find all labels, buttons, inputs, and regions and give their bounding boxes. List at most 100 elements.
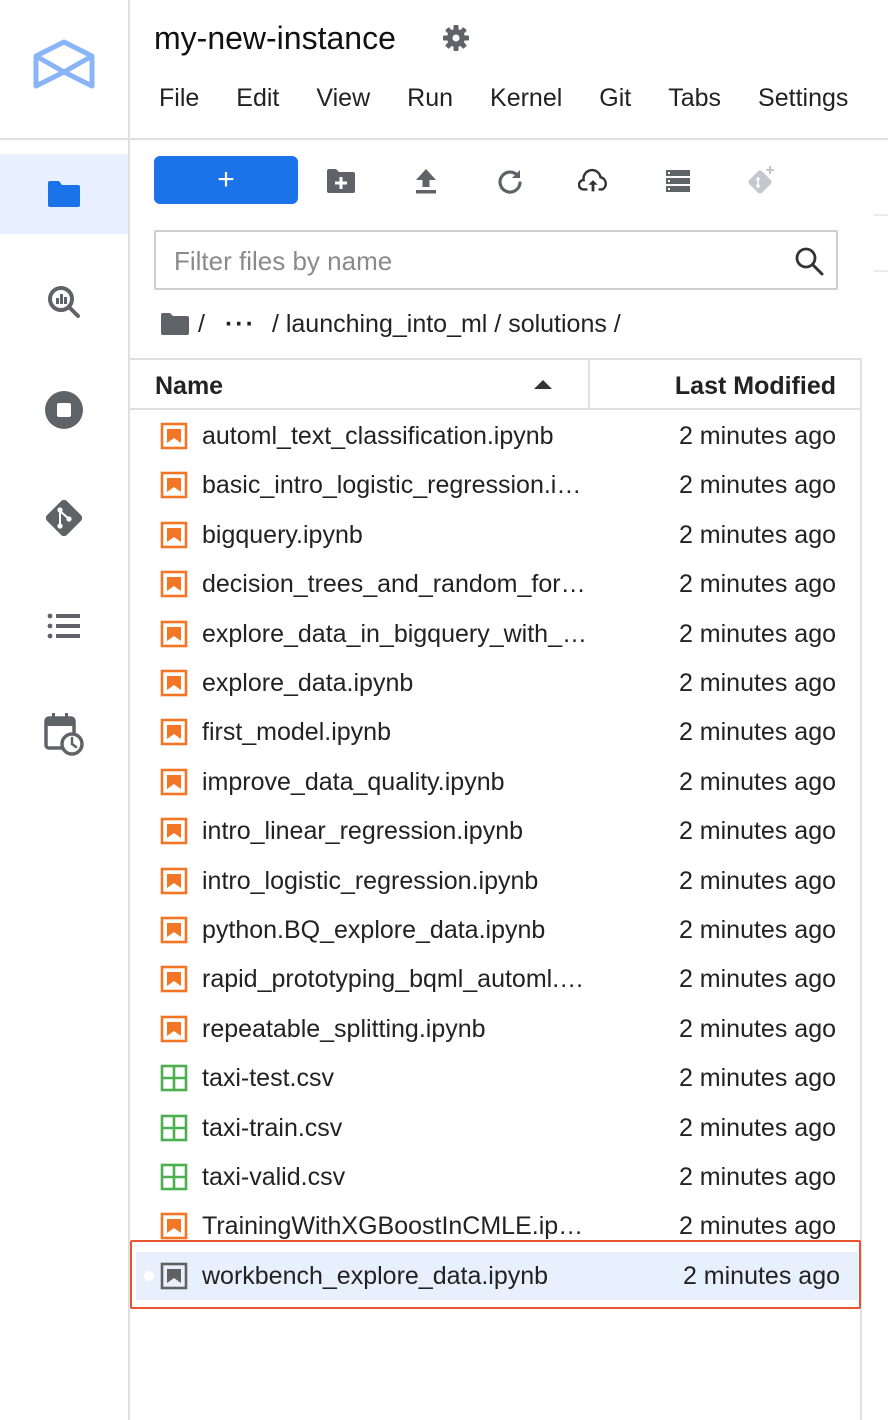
- file-name: first_model.ipynb: [202, 718, 391, 747]
- sidebar-item-bigquery[interactable]: [0, 262, 128, 342]
- notebook-icon: [160, 471, 188, 499]
- file-row[interactable]: taxi-train.csv 2 minutes ago: [130, 1104, 860, 1152]
- file-row[interactable]: taxi-valid.csv 2 minutes ago: [130, 1153, 860, 1201]
- cloud-upload-icon: [578, 168, 607, 192]
- breadcrumb-root-separator: /: [198, 309, 205, 338]
- upload-button[interactable]: [411, 166, 441, 196]
- instance-title: my-new-instance: [154, 20, 396, 56]
- notebook-icon: [160, 521, 188, 549]
- file-browser-toolbar: +: [154, 156, 804, 204]
- new-launcher-button[interactable]: +: [154, 156, 298, 204]
- file-row[interactable]: improve_data_quality.ipynb 2 minutes ago: [130, 758, 860, 806]
- file-row[interactable]: bigquery.ipynb 2 minutes ago: [130, 511, 860, 559]
- filter-box: [154, 230, 838, 290]
- spreadsheet-icon: [160, 1114, 188, 1142]
- file-list-header: Name Last Modified: [130, 360, 860, 410]
- breadcrumb-ellipsis[interactable]: ···: [225, 310, 256, 339]
- new-launcher-label: +: [217, 163, 235, 196]
- menu-run[interactable]: Run: [407, 84, 453, 113]
- file-row[interactable]: taxi-test.csv 2 minutes ago: [130, 1054, 860, 1102]
- file-last-modified: 2 minutes ago: [678, 619, 836, 648]
- refresh-button[interactable]: [495, 166, 525, 196]
- vertex-workbench-logo-icon: [33, 39, 95, 89]
- spreadsheet-icon: [160, 1064, 188, 1092]
- git-clone-button[interactable]: [746, 166, 776, 196]
- notebook-icon: [160, 669, 188, 697]
- menu-settings[interactable]: Settings: [758, 84, 848, 113]
- column-divider[interactable]: [588, 360, 590, 408]
- menu-tabs[interactable]: Tabs: [668, 84, 721, 113]
- file-row[interactable]: automl_text_classification.ipynb 2 minute…: [130, 412, 860, 460]
- file-last-modified: 2 minutes ago: [678, 669, 836, 697]
- git-icon: [45, 499, 83, 537]
- sort-ascending-icon: [534, 380, 552, 389]
- file-name: intro_linear_regression.ipynb: [202, 817, 524, 846]
- menu-kernel[interactable]: Kernel: [490, 84, 562, 113]
- notebook-icon: [160, 768, 188, 796]
- file-row[interactable]: decision_trees_and_random_forests.ipynb 2…: [130, 560, 860, 608]
- file-last-modified: 2 minutes ago: [678, 1113, 836, 1142]
- notebook-icon: [160, 867, 188, 895]
- file-name: automl_text_classification.ipynb: [202, 422, 554, 450]
- menu-edit[interactable]: Edit: [236, 84, 279, 113]
- file-row[interactable]: rapid_prototyping_bqml_automl.ipynb 2 min…: [130, 955, 860, 1003]
- menu-view[interactable]: View: [316, 84, 370, 113]
- column-header-last-modified[interactable]: Last Modified: [675, 372, 836, 401]
- menu-file[interactable]: File: [159, 84, 199, 113]
- file-name: improve_data_quality.ipynb: [202, 767, 505, 796]
- file-row[interactable]: first_model.ipynb 2 minutes ago: [130, 708, 860, 756]
- file-row[interactable]: basic_intro_logistic_regression.ipynb 2 m…: [130, 461, 860, 509]
- sidebar-item-file-browser[interactable]: [0, 154, 128, 234]
- file-name: taxi-train.csv: [202, 1113, 343, 1142]
- cloud-upload-button[interactable]: [578, 166, 608, 196]
- file-last-modified: 2 minutes ago: [678, 965, 836, 994]
- notebook-icon: [160, 422, 188, 450]
- file-name: basic_intro_logistic_regression.ipynb: [202, 471, 587, 500]
- list-icon: [47, 613, 80, 639]
- breadcrumb: / ··· / launching_into_ml / solutions /: [160, 306, 621, 342]
- file-name: TrainingWithXGBoostInCMLE.ipynb: [202, 1212, 587, 1241]
- stop-circle-icon: [45, 391, 83, 429]
- notebook-icon: [160, 570, 188, 598]
- column-header-name[interactable]: Name: [155, 372, 223, 401]
- main-area-edge: [874, 140, 888, 1420]
- file-last-modified: 2 minutes ago: [678, 767, 836, 796]
- folder-icon: [48, 181, 80, 207]
- upload-icon: [416, 169, 436, 194]
- file-last-modified: 2 minutes ago: [678, 817, 836, 846]
- search-icon: [795, 247, 824, 276]
- new-folder-icon: [327, 169, 355, 193]
- file-last-modified: 2 minutes ago: [678, 471, 836, 500]
- file-row[interactable]: intro_logistic_regression.ipynb 2 minutes…: [130, 857, 860, 905]
- storage-button[interactable]: [663, 166, 693, 196]
- sidebar-item-git[interactable]: [0, 478, 128, 558]
- breadcrumb-path[interactable]: / launching_into_ml / solutions /: [272, 310, 621, 339]
- menu-git[interactable]: Git: [599, 84, 631, 113]
- file-last-modified: 2 minutes ago: [678, 718, 836, 747]
- home-folder-icon[interactable]: [160, 312, 190, 336]
- filter-files-input[interactable]: [174, 242, 774, 280]
- git-clone-icon: [748, 166, 774, 194]
- file-name: explore_data.ipynb: [202, 669, 414, 697]
- file-row[interactable]: explore_data_in_bigquery_with_python.ipy…: [130, 610, 860, 658]
- file-row[interactable]: repeatable_splitting.ipynb 2 minutes ago: [130, 1005, 860, 1053]
- file-row[interactable]: intro_linear_regression.ipynb 2 minutes a…: [130, 807, 860, 855]
- calendar-clock-icon: [44, 713, 84, 756]
- file-name: taxi-valid.csv: [202, 1163, 346, 1191]
- file-last-modified: 2 minutes ago: [678, 916, 836, 944]
- file-last-modified: 2 minutes ago: [678, 1064, 836, 1093]
- file-last-modified: 2 minutes ago: [678, 1212, 836, 1241]
- file-row[interactable]: python.BQ_explore_data.ipynb 2 minutes ag…: [130, 906, 860, 954]
- notebook-icon: [160, 1212, 188, 1240]
- sidebar-item-scheduled-executions[interactable]: [0, 694, 128, 774]
- file-name: rapid_prototyping_bqml_automl.ipynb: [202, 965, 587, 994]
- new-folder-button[interactable]: [326, 166, 356, 196]
- file-last-modified: 2 minutes ago: [678, 570, 836, 599]
- file-row[interactable]: explore_data.ipynb 2 minutes ago: [130, 659, 860, 707]
- sidebar-item-table-of-contents[interactable]: [0, 586, 128, 666]
- gear-icon[interactable]: [442, 24, 470, 52]
- bigquery-search-icon: [48, 286, 80, 318]
- file-name: explore_data_in_bigquery_with_python.ipy…: [202, 619, 587, 648]
- sidebar-divider: [0, 138, 130, 140]
- sidebar-item-running[interactable]: [0, 370, 128, 450]
